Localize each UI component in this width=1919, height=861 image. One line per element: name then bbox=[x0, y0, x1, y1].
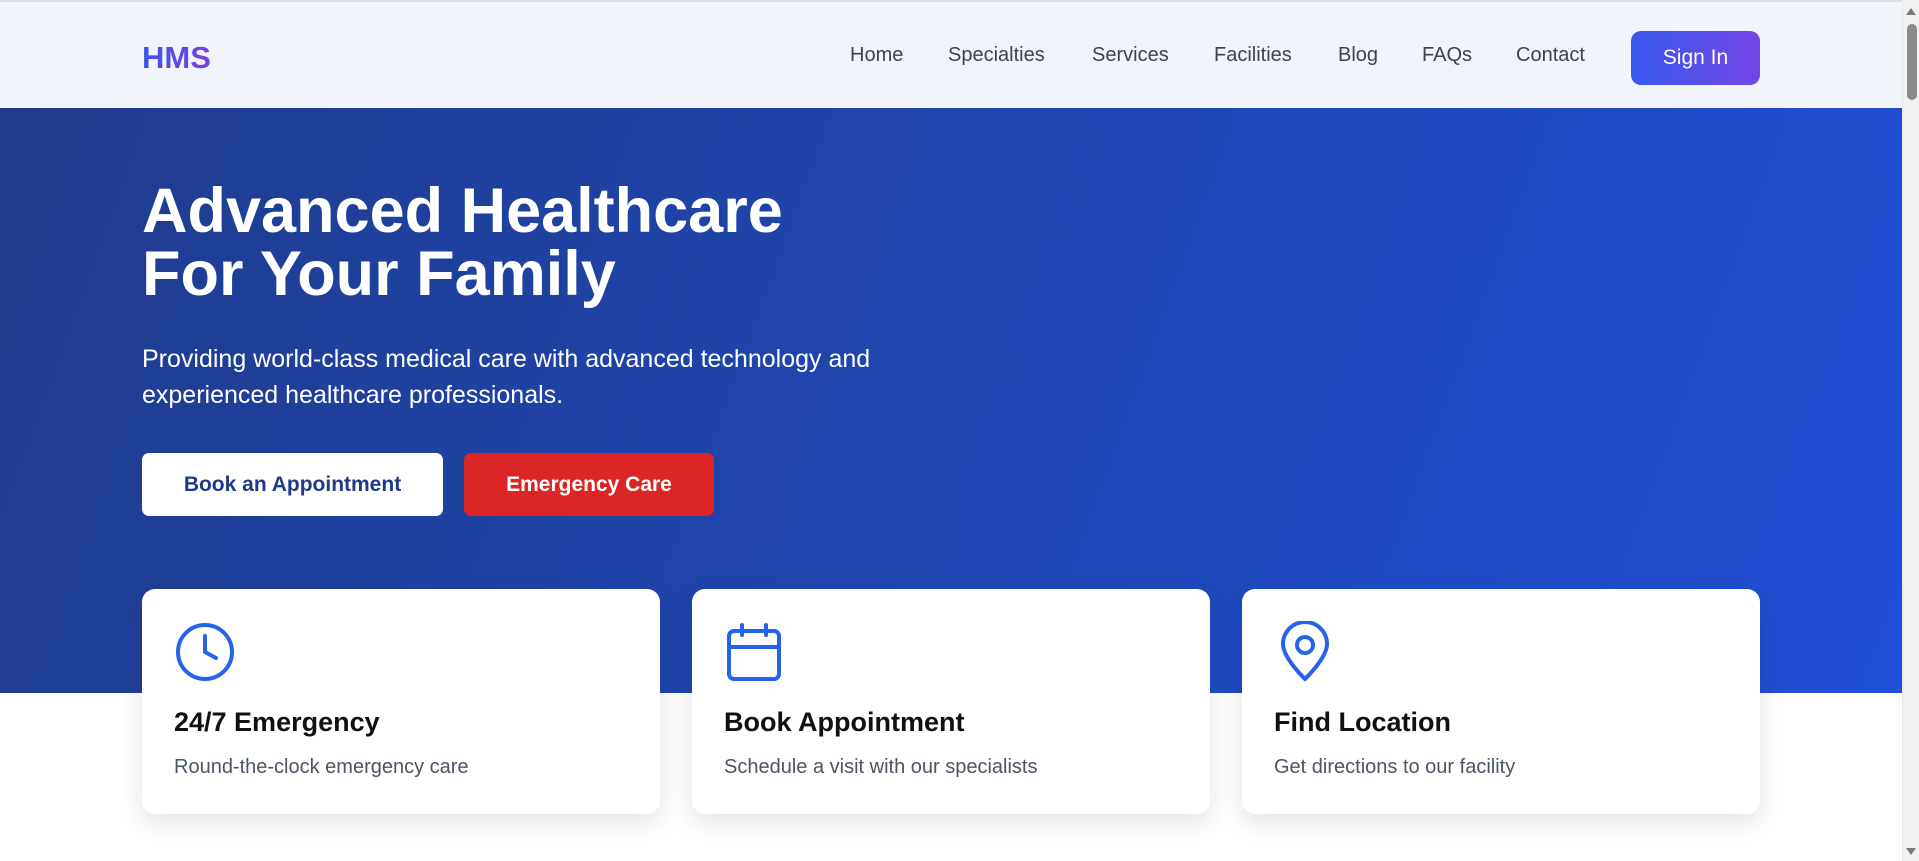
card-description: Round-the-clock emergency care bbox=[174, 756, 469, 778]
nav-home[interactable]: Home bbox=[850, 44, 903, 67]
card-title: Find Location bbox=[1274, 707, 1451, 737]
calendar-icon bbox=[727, 623, 781, 681]
card-title: Book Appointment bbox=[724, 707, 965, 737]
nav-blog[interactable]: Blog bbox=[1338, 44, 1378, 67]
nav-facilities[interactable]: Facilities bbox=[1214, 44, 1292, 67]
scroll-down-arrow-icon[interactable] bbox=[1906, 848, 1916, 855]
book-appointment-button[interactable]: Book an Appointment bbox=[142, 453, 443, 516]
card-book-appointment[interactable]: Book Appointment Schedule a visit with o… bbox=[692, 589, 1210, 814]
card-description: Schedule a visit with our specialists bbox=[724, 756, 1038, 778]
nav-contact[interactable]: Contact bbox=[1516, 44, 1585, 67]
nav-specialties[interactable]: Specialties bbox=[948, 44, 1045, 67]
scroll-up-arrow-icon[interactable] bbox=[1906, 8, 1916, 15]
hero-title: Advanced Healthcare For Your Family bbox=[142, 180, 1042, 306]
scrollbar-thumb[interactable] bbox=[1907, 24, 1917, 100]
vertical-scrollbar[interactable] bbox=[1902, 0, 1919, 861]
clock-icon bbox=[176, 623, 234, 681]
emergency-care-button[interactable]: Emergency Care bbox=[464, 453, 714, 516]
page: HMS Home Specialties Services Facilities… bbox=[0, 0, 1902, 861]
browser-viewport: HMS Home Specialties Services Facilities… bbox=[0, 0, 1919, 861]
hero-title-line-1: Advanced Healthcare bbox=[142, 176, 783, 246]
nav-services[interactable]: Services bbox=[1092, 44, 1169, 67]
sign-in-button[interactable]: Sign In bbox=[1631, 31, 1760, 85]
card-description: Get directions to our facility bbox=[1274, 756, 1516, 778]
map-pin-icon bbox=[1281, 621, 1329, 681]
card-emergency[interactable]: 24/7 Emergency Round-the-clock emergency… bbox=[142, 589, 660, 814]
site-header: HMS Home Specialties Services Facilities… bbox=[0, 0, 1902, 108]
card-title: 24/7 Emergency bbox=[174, 707, 380, 737]
brand-logo[interactable]: HMS bbox=[142, 40, 211, 76]
card-find-location[interactable]: Find Location Get directions to our faci… bbox=[1242, 589, 1760, 814]
hero-subtitle: Providing world-class medical care with … bbox=[142, 345, 871, 409]
nav-faqs[interactable]: FAQs bbox=[1422, 44, 1472, 67]
hero-title-line-2: For Your Family bbox=[142, 239, 616, 309]
